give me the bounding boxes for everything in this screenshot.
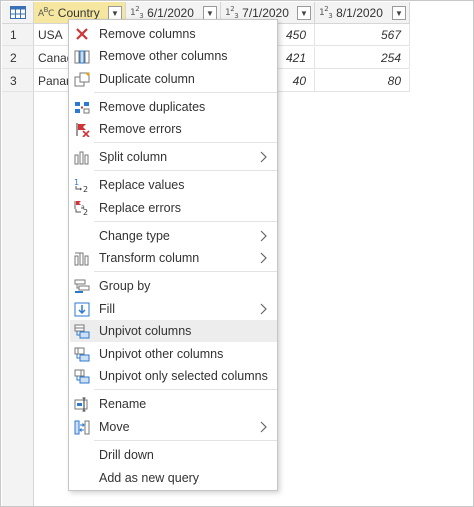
menu-item-label: Split column bbox=[99, 150, 168, 164]
menu-item-add-as-new-query[interactable]: Add as new query bbox=[70, 467, 277, 489]
column-header-8-1-2020[interactable]: 123 8/1/2020 ▼ bbox=[315, 2, 410, 24]
column-filter-dropdown[interactable]: ▼ bbox=[203, 6, 217, 20]
table-menu-button[interactable] bbox=[2, 2, 34, 24]
row-number[interactable]: 2 bbox=[2, 47, 34, 69]
remove-duplicates-icon bbox=[73, 99, 91, 115]
menu-item-label: Duplicate column bbox=[99, 72, 195, 86]
menu-item-remove-columns[interactable]: Remove columns bbox=[70, 23, 277, 45]
menu-item-duplicate-column[interactable]: Duplicate column bbox=[70, 68, 277, 90]
column-header-label: 6/1/2020 bbox=[147, 5, 194, 20]
chevron-right-icon bbox=[260, 252, 267, 264]
column-filter-dropdown[interactable]: ▼ bbox=[392, 6, 406, 20]
number-type-icon: 123 bbox=[225, 5, 239, 20]
svg-text:1: 1 bbox=[74, 178, 79, 187]
menu-item-label: Remove duplicates bbox=[99, 100, 206, 114]
menu-item-label: Transform column bbox=[99, 251, 200, 265]
menu-item-change-type[interactable]: Change type bbox=[70, 225, 277, 247]
menu-item-label: Remove other columns bbox=[99, 49, 228, 63]
table-cell-8-1-2020[interactable]: 254 bbox=[315, 47, 410, 69]
unpivot-other-columns-icon bbox=[73, 346, 91, 362]
menu-item-label: Group by bbox=[99, 279, 151, 293]
menu-separator bbox=[94, 440, 277, 441]
column-header-label: 7/1/2020 bbox=[242, 5, 289, 20]
menu-item-transform-column[interactable]: Transform column bbox=[70, 247, 277, 269]
transform-column-icon bbox=[73, 250, 91, 266]
fill-icon bbox=[73, 301, 91, 317]
menu-separator bbox=[94, 92, 277, 93]
group-by-icon bbox=[73, 278, 91, 294]
svg-text:2: 2 bbox=[83, 185, 88, 193]
table-cell-8-1-2020[interactable]: 80 bbox=[315, 70, 410, 92]
chevron-right-icon bbox=[260, 151, 267, 163]
menu-item-label: Remove errors bbox=[99, 122, 182, 136]
menu-item-rename[interactable]: Rename bbox=[70, 393, 277, 415]
menu-item-fill[interactable]: Fill bbox=[70, 298, 277, 320]
menu-item-unpivot-only-selected-columns[interactable]: Unpivot only selected columns bbox=[70, 365, 277, 387]
menu-separator bbox=[94, 221, 277, 222]
menu-item-move[interactable]: Move bbox=[70, 416, 277, 438]
unpivot-columns-icon bbox=[73, 323, 91, 339]
table-icon bbox=[9, 6, 26, 19]
row-number[interactable]: 3 bbox=[2, 70, 34, 92]
column-filter-dropdown[interactable]: ▼ bbox=[108, 6, 122, 20]
menu-item-label: Fill bbox=[99, 302, 115, 316]
table-cell-8-1-2020[interactable]: 567 bbox=[315, 24, 410, 46]
menu-item-label: Replace values bbox=[99, 178, 185, 192]
split-column-icon bbox=[73, 149, 91, 165]
menu-item-remove-duplicates[interactable]: Remove duplicates bbox=[70, 96, 277, 118]
remove-errors-icon bbox=[73, 121, 91, 137]
menu-item-remove-errors[interactable]: Remove errors bbox=[70, 118, 277, 140]
text-type-icon: ABC bbox=[38, 6, 54, 19]
remove-other-columns-icon bbox=[73, 48, 91, 64]
menu-item-label: Change type bbox=[99, 229, 170, 243]
column-filter-dropdown[interactable]: ▼ bbox=[297, 6, 311, 20]
menu-separator bbox=[94, 142, 277, 143]
menu-item-label: Drill down bbox=[99, 448, 154, 462]
menu-separator bbox=[94, 389, 277, 390]
number-type-icon: 123 bbox=[319, 5, 333, 20]
menu-item-label: Add as new query bbox=[99, 471, 200, 485]
menu-item-remove-other-columns[interactable]: Remove other columns bbox=[70, 45, 277, 67]
menu-separator bbox=[94, 271, 277, 272]
menu-item-replace-values[interactable]: 12 Replace values bbox=[70, 174, 277, 196]
menu-item-replace-errors[interactable]: 2a Replace errors bbox=[70, 197, 277, 219]
menu-separator bbox=[94, 170, 277, 171]
column-header-label: 8/1/2020 bbox=[336, 5, 383, 20]
menu-item-drill-down[interactable]: Drill down bbox=[70, 444, 277, 466]
menu-item-unpivot-columns[interactable]: Unpivot columns bbox=[70, 320, 277, 342]
chevron-right-icon bbox=[260, 303, 267, 315]
move-icon bbox=[73, 419, 91, 435]
chevron-right-icon bbox=[260, 230, 267, 242]
menu-item-label: Remove columns bbox=[99, 27, 196, 41]
replace-errors-icon: 2a bbox=[73, 200, 91, 216]
replace-values-icon: 12 bbox=[73, 177, 91, 193]
svg-text:a: a bbox=[81, 204, 85, 211]
column-header-label: Country bbox=[57, 5, 100, 20]
menu-item-label: Replace errors bbox=[99, 201, 181, 215]
menu-item-group-by[interactable]: Group by bbox=[70, 275, 277, 297]
menu-item-unpivot-other-columns[interactable]: Unpivot other columns bbox=[70, 343, 277, 365]
menu-item-label: Rename bbox=[99, 397, 147, 411]
menu-item-split-column[interactable]: Split column bbox=[70, 146, 277, 168]
menu-item-label: Unpivot only selected columns bbox=[99, 369, 268, 383]
remove-columns-icon bbox=[73, 26, 91, 42]
number-type-icon: 123 bbox=[130, 5, 144, 20]
row-number[interactable]: 1 bbox=[2, 24, 34, 46]
rename-icon bbox=[73, 396, 91, 412]
chevron-right-icon bbox=[260, 421, 267, 433]
unpivot-selected-columns-icon bbox=[73, 368, 91, 384]
column-context-menu: Remove columns Remove other columns Dupl… bbox=[68, 19, 278, 491]
menu-item-label: Unpivot other columns bbox=[99, 347, 224, 361]
menu-item-label: Unpivot columns bbox=[99, 324, 192, 338]
duplicate-column-icon bbox=[73, 71, 91, 87]
menu-item-label: Move bbox=[99, 420, 130, 434]
